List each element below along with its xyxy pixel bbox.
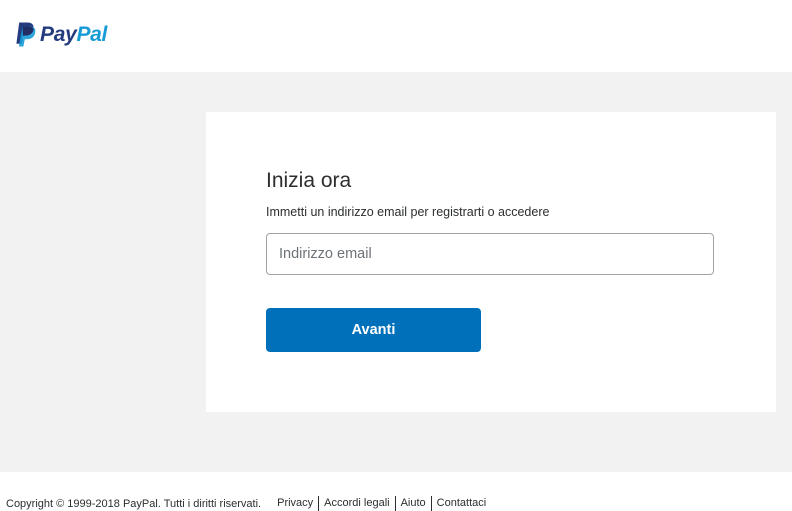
page-title: Inizia ora: [266, 169, 352, 192]
next-button[interactable]: Avanti: [266, 308, 481, 352]
email-field[interactable]: [266, 233, 714, 275]
page: PayPal Inizia ora Immetti un indirizzo e…: [0, 0, 792, 511]
footer-link-legal[interactable]: Accordi legali: [318, 496, 394, 511]
footer-link-help[interactable]: Aiuto: [394, 496, 431, 511]
paypal-logo[interactable]: PayPal: [16, 22, 107, 47]
footer: Copyright © 1999-2018 PayPal. Tutti i di…: [0, 472, 792, 511]
footer-row: Copyright © 1999-2018 PayPal. Tutti i di…: [6, 496, 491, 511]
signup-card: Inizia ora Immetti un indirizzo email pe…: [206, 112, 776, 412]
logo-text: PayPal: [40, 23, 107, 47]
paypal-logo-icon: [16, 22, 36, 47]
footer-link-privacy[interactable]: Privacy: [272, 496, 318, 511]
logo-text-pal: Pal: [76, 22, 108, 46]
card-subtitle: Immetti un indirizzo email per registrar…: [266, 205, 550, 219]
copyright-text: Copyright © 1999-2018 PayPal. Tutti i di…: [6, 497, 262, 510]
footer-link-contact[interactable]: Contattaci: [430, 496, 492, 511]
header: PayPal: [0, 0, 792, 72]
logo-text-pay: Pay: [40, 22, 77, 46]
